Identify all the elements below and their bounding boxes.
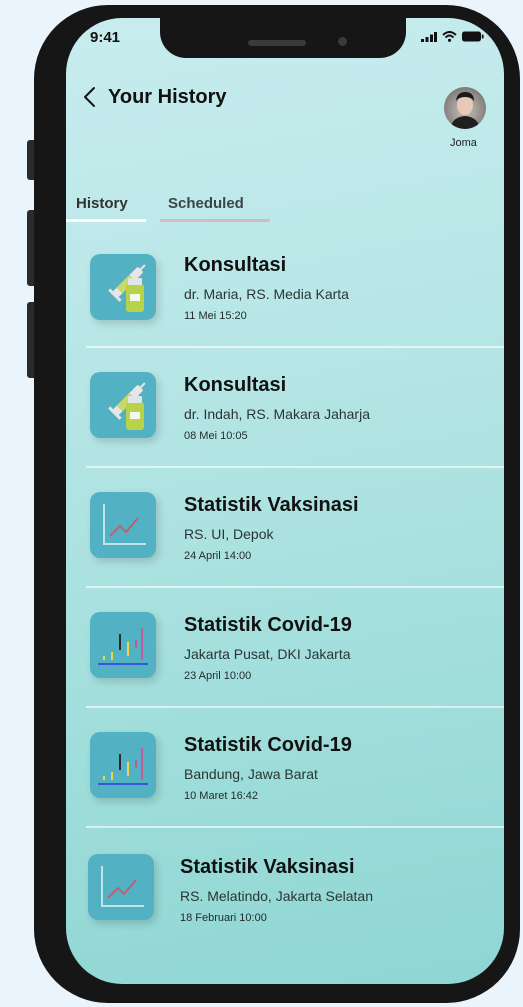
item-date: 11 Mei 15:20 <box>184 310 247 322</box>
divider <box>86 826 504 828</box>
line-chart-icon <box>90 492 156 558</box>
item-title: Statistik Vaksinasi <box>180 856 355 878</box>
divider <box>86 586 504 588</box>
list-item[interactable]: Statistik Covid-19 Bandung, Jawa Barat 1… <box>66 720 504 840</box>
item-subtitle: RS. Melatindo, Jakarta Selatan <box>180 888 373 904</box>
item-title: Statistik Covid-19 <box>184 734 352 756</box>
tab-scheduled[interactable]: Scheduled <box>168 195 244 212</box>
tab-inactive-indicator <box>160 219 270 222</box>
tab-active-indicator <box>66 219 146 222</box>
avatar-name: Joma <box>450 137 477 149</box>
divider <box>86 466 504 468</box>
item-subtitle: Jakarta Pusat, DKI Jakarta <box>184 646 351 662</box>
item-subtitle: Bandung, Jawa Barat <box>184 766 318 782</box>
list-item[interactable]: Statistik Vaksinasi RS. UI, Depok 24 Apr… <box>66 480 504 600</box>
item-subtitle: RS. UI, Depok <box>184 526 274 542</box>
vaccine-icon <box>90 372 156 438</box>
item-title: Konsultasi <box>184 374 287 396</box>
signal-icon <box>421 31 437 42</box>
list-item[interactable]: Statistik Covid-19 Jakarta Pusat, DKI Ja… <box>66 600 504 720</box>
item-date: 24 April 14:00 <box>184 550 252 562</box>
item-date: 10 Maret 16:42 <box>184 790 258 802</box>
list-item[interactable]: Konsultasi dr. Indah, RS. Makara Jaharja… <box>66 360 504 480</box>
tab-history[interactable]: History <box>76 195 128 212</box>
divider <box>86 706 504 708</box>
candlestick-chart-icon <box>90 612 156 678</box>
user-portrait-icon <box>450 92 480 129</box>
line-chart-icon <box>88 854 154 920</box>
divider <box>86 346 504 348</box>
notch <box>160 18 406 58</box>
status-icons <box>421 31 484 42</box>
back-chevron-icon[interactable] <box>80 84 100 110</box>
item-date: 23 April 10:00 <box>184 670 252 682</box>
list-item[interactable]: Konsultasi dr. Maria, RS. Media Karta 11… <box>66 240 504 360</box>
item-title: Statistik Vaksinasi <box>184 494 359 516</box>
wifi-icon <box>442 31 457 42</box>
list-item[interactable]: Statistik Vaksinasi RS. Melatindo, Jakar… <box>66 840 504 960</box>
item-subtitle: dr. Maria, RS. Media Karta <box>184 286 349 302</box>
battery-icon <box>462 31 484 42</box>
item-title: Statistik Covid-19 <box>184 614 352 636</box>
item-title: Konsultasi <box>184 254 287 276</box>
item-date: 08 Mei 10:05 <box>184 430 248 442</box>
camera-icon <box>338 37 347 46</box>
candlestick-chart-icon <box>90 732 156 798</box>
vaccine-icon <box>90 254 156 320</box>
speaker-icon <box>248 40 306 46</box>
item-subtitle: dr. Indah, RS. Makara Jaharja <box>184 406 370 422</box>
status-time: 9:41 <box>90 29 121 46</box>
phone-screen: 9:41 Your History Joma History Scheduled… <box>66 18 504 984</box>
avatar[interactable] <box>444 87 486 129</box>
page-title: Your History <box>108 86 227 108</box>
item-date: 18 Februari 10:00 <box>180 912 267 924</box>
